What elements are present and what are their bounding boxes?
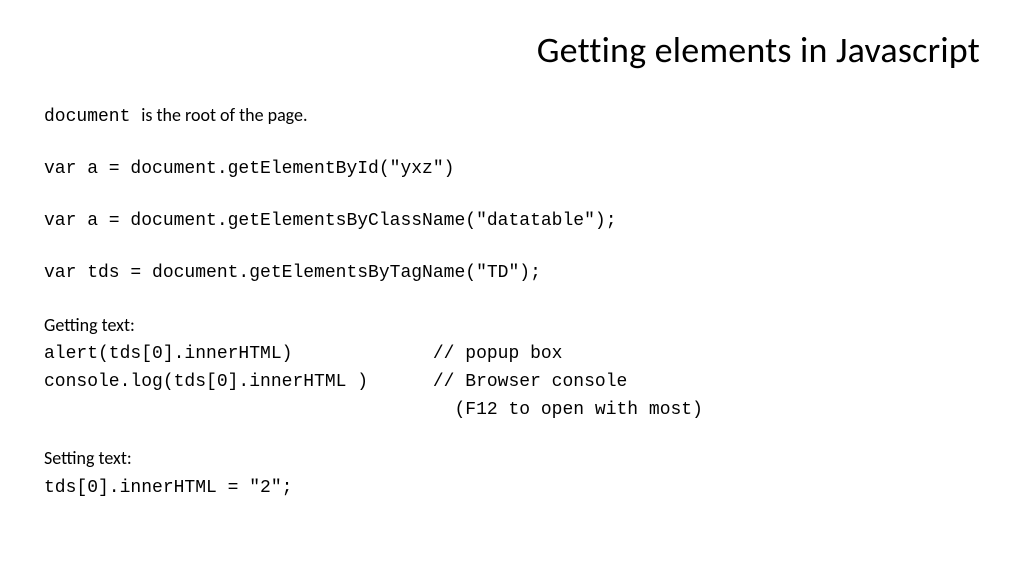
- intro-text: is the root of the page.: [141, 104, 307, 126]
- intro-paragraph: document is the root of the page.: [44, 102, 980, 132]
- code-get-by-class: var a = document.getElementsByClassName(…: [44, 208, 980, 236]
- setting-text-label: Setting text:: [44, 445, 980, 473]
- getting-line-2: console.log(tds[0].innerHTML ) // Browse…: [44, 369, 980, 397]
- code-get-by-tag: var tds = document.getElementsByTagName(…: [44, 260, 980, 288]
- getting-text-label: Getting text:: [44, 312, 980, 340]
- slide-body: document is the root of the page. var a …: [44, 102, 980, 503]
- getting-line-3: (F12 to open with most): [44, 397, 980, 425]
- slide-title: Getting elements in Javascript: [44, 28, 980, 72]
- setting-text-block: Setting text: tds[0].innerHTML = "2";: [44, 445, 980, 503]
- code-get-by-id: var a = document.getElementById("yxz"): [44, 156, 980, 184]
- getting-line-1: alert(tds[0].innerHTML) // popup box: [44, 341, 980, 369]
- intro-code: document: [44, 107, 141, 127]
- setting-line-1: tds[0].innerHTML = "2";: [44, 475, 980, 503]
- getting-text-block: Getting text: alert(tds[0].innerHTML) //…: [44, 312, 980, 426]
